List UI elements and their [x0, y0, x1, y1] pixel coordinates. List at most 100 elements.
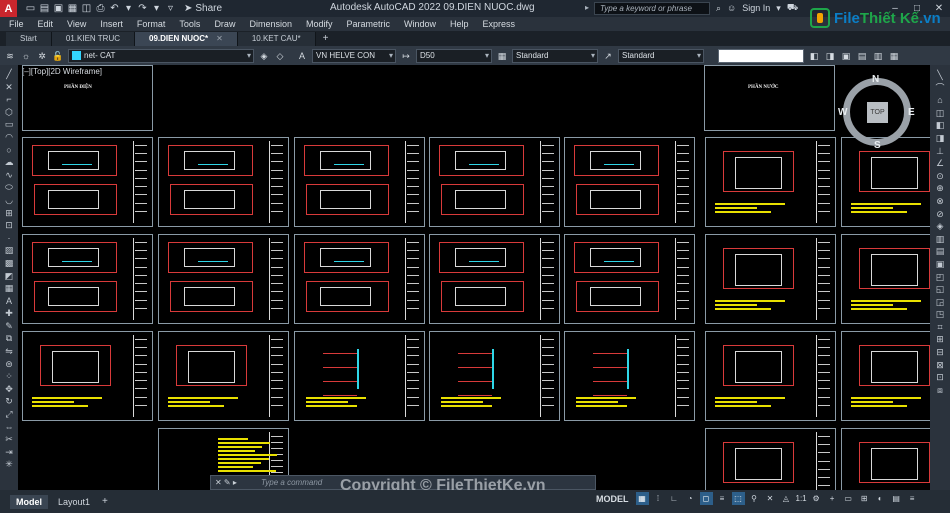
layer-previous-icon[interactable]: ◇	[274, 50, 286, 62]
right-tool-15-icon[interactable]: ▤	[931, 245, 949, 258]
toolbar-text-field[interactable]	[718, 48, 804, 63]
annotation-visibility-icon[interactable]: ◬	[780, 492, 793, 505]
region-icon[interactable]: ◩	[0, 270, 18, 283]
right-tool-3-icon[interactable]: ⌂	[931, 94, 949, 107]
right-tool-18-icon[interactable]: ◱	[931, 283, 949, 296]
right-tool-17-icon[interactable]: ◰	[931, 271, 949, 284]
menu-dimension[interactable]: Dimension	[249, 19, 292, 29]
sign-in-dropdown-icon[interactable]: ▾	[776, 3, 781, 14]
right-tool-19-icon[interactable]: ◲	[931, 296, 949, 309]
hatch-icon[interactable]: ▨	[0, 244, 18, 257]
dim-style-icon[interactable]: ↦	[400, 50, 412, 62]
menu-parametric[interactable]: Parametric	[347, 19, 391, 29]
polyline-icon[interactable]: ⌐	[0, 93, 18, 106]
redo-dropdown-icon[interactable]: ▾	[151, 3, 162, 14]
annotation-icon[interactable]: ⚲	[748, 492, 761, 505]
right-tool-20-icon[interactable]: ◳	[931, 308, 949, 321]
menu-format[interactable]: Format	[137, 19, 166, 29]
menu-help[interactable]: Help	[450, 19, 469, 29]
offset-icon[interactable]: ⊜	[0, 358, 18, 371]
tab-ket-cau[interactable]: 10.KET CAU*	[237, 32, 316, 46]
right-tool-23-icon[interactable]: ⊟	[931, 346, 949, 359]
construction-line-icon[interactable]: ✕	[0, 81, 18, 94]
annotation-scale[interactable]: 1:1	[796, 494, 807, 503]
toolbar-tool-1-icon[interactable]: ◧	[808, 50, 820, 62]
command-input[interactable]: Type a command	[261, 478, 322, 487]
layer-properties-icon[interactable]: ≋	[4, 50, 16, 62]
customize-icon[interactable]: ▿	[165, 3, 176, 14]
copy-icon[interactable]: ⧉	[0, 332, 18, 345]
right-tool-12-icon[interactable]: ⊘	[931, 208, 949, 221]
snap-icon[interactable]: ⁞	[652, 492, 665, 505]
toolbar-tool-6-icon[interactable]: ▦	[888, 50, 900, 62]
layer-freeze-icon[interactable]: ✲	[36, 50, 48, 62]
lineweight-icon[interactable]: ≡	[716, 492, 729, 505]
right-tool-9-icon[interactable]: ⊙	[931, 170, 949, 183]
plot-icon[interactable]: ⎙	[95, 3, 106, 14]
menu-tools[interactable]: Tools	[179, 19, 200, 29]
table-icon[interactable]: ▦	[0, 282, 18, 295]
right-tool-8-icon[interactable]: ∠	[931, 157, 949, 170]
quick-properties-icon[interactable]: ⊞	[858, 492, 871, 505]
menu-express[interactable]: Express	[483, 19, 516, 29]
make-block-icon[interactable]: ⊡	[0, 219, 18, 232]
right-tool-6-icon[interactable]: ◨	[931, 132, 949, 145]
text-style-icon[interactable]: A	[296, 50, 308, 62]
right-tool-22-icon[interactable]: ⊞	[931, 333, 949, 346]
workspace-gear-icon[interactable]: ⚙	[810, 492, 823, 505]
model-space-toggle[interactable]: MODEL	[596, 494, 629, 504]
multileader-style-icon[interactable]: ↗	[602, 50, 614, 62]
annomonitor-icon[interactable]: +	[826, 492, 839, 505]
menu-file[interactable]: File	[9, 19, 24, 29]
menu-window[interactable]: Window	[404, 19, 436, 29]
stretch-icon[interactable]: ⇔	[0, 421, 18, 434]
menu-edit[interactable]: Edit	[38, 19, 54, 29]
command-close-icon[interactable]: ✕ ✎ ▸	[215, 476, 237, 489]
osnap-icon[interactable]: ◻	[699, 492, 713, 505]
mirror-icon[interactable]: ⇋	[0, 345, 18, 358]
ellipse-arc-icon[interactable]: ◡	[0, 194, 18, 207]
revcloud-icon[interactable]: ☁	[0, 156, 18, 169]
viewcube[interactable]: TOP	[843, 78, 911, 146]
scale-icon[interactable]: ⤢	[0, 408, 18, 421]
new-icon[interactable]: ▭	[25, 3, 36, 14]
customization-icon[interactable]: ≡	[906, 492, 919, 505]
units-icon[interactable]: ▭	[842, 492, 855, 505]
share-button[interactable]: ➤ Share	[184, 3, 222, 14]
tab-kien-truc[interactable]: 01.KIEN TRUC	[51, 32, 135, 46]
toolbar-tool-3-icon[interactable]: ▣	[840, 50, 852, 62]
search-icon[interactable]: ⌕	[716, 3, 721, 14]
right-tool-7-icon[interactable]: ⊥	[931, 145, 949, 158]
spline-icon[interactable]: ∿	[0, 169, 18, 182]
tab-close-icon[interactable]: ✕	[216, 34, 223, 43]
menu-modify[interactable]: Modify	[306, 19, 333, 29]
web-mobile-icon[interactable]: ◫	[81, 3, 92, 14]
save-as-icon[interactable]: ▦	[67, 3, 78, 14]
isolate-objects-icon[interactable]: ◐	[874, 492, 887, 505]
circle-icon[interactable]: ○	[0, 144, 18, 157]
table-style-dropdown[interactable]: Standard	[512, 48, 598, 63]
save-icon[interactable]: ▣	[53, 3, 64, 14]
compass-north[interactable]: N	[872, 74, 879, 85]
compass-south[interactable]: S	[874, 140, 881, 151]
menu-view[interactable]: View	[67, 19, 86, 29]
right-tool-5-icon[interactable]: ◧	[931, 119, 949, 132]
right-tool-10-icon[interactable]: ⊕	[931, 182, 949, 195]
layer-dropdown[interactable]: net- CAT	[68, 48, 254, 63]
right-tool-24-icon[interactable]: ⊠	[931, 359, 949, 372]
compass-east[interactable]: E	[908, 107, 915, 118]
viewcube-top-face[interactable]: TOP	[867, 102, 888, 123]
selection-cycling-icon[interactable]: ⬚	[731, 492, 745, 505]
toolbar-tool-5-icon[interactable]: ▥	[872, 50, 884, 62]
point-icon[interactable]: ·	[0, 232, 18, 245]
right-tool-1-icon[interactable]: ╲	[931, 69, 949, 82]
add-selected-icon[interactable]: ✚	[0, 307, 18, 320]
move-icon[interactable]: ✥	[0, 383, 18, 396]
layer-on-icon[interactable]: ☼	[20, 50, 32, 62]
gradient-icon[interactable]: ▩	[0, 257, 18, 270]
rectangle-icon[interactable]: ▭	[0, 118, 18, 131]
new-tab-icon[interactable]: +	[316, 32, 336, 46]
multileader-style-dropdown[interactable]: Standard	[618, 48, 704, 63]
layout-tab-layout1[interactable]: Layout1	[52, 495, 96, 509]
right-tool-26-icon[interactable]: ⧈	[931, 384, 949, 397]
